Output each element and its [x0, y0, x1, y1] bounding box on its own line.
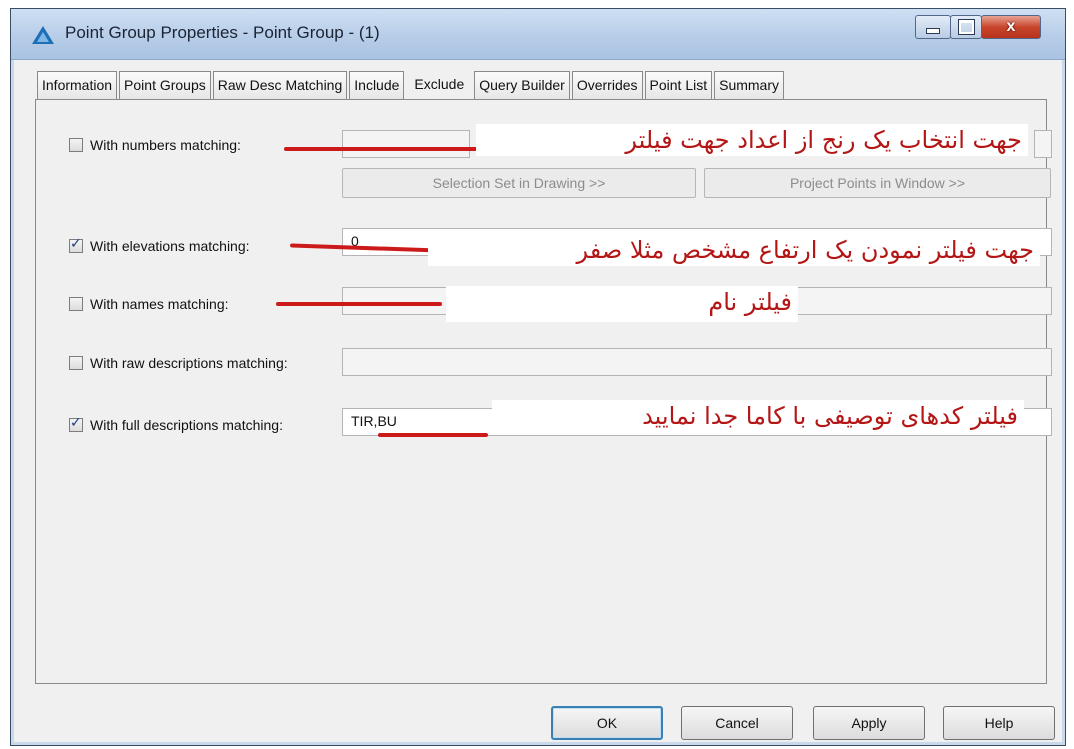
tab-point-groups[interactable]: Point Groups [119, 71, 211, 99]
elevations-checkbox[interactable] [69, 236, 83, 253]
tab-summary[interactable]: Summary [714, 71, 785, 99]
names-checkbox[interactable] [69, 297, 83, 311]
maximize-icon [957, 19, 975, 35]
annotation-underline [284, 147, 506, 151]
raw-descriptions-label: With raw descriptions matching: [90, 355, 288, 371]
numbers-checkbox[interactable] [69, 138, 83, 152]
apply-button[interactable]: Apply [813, 706, 925, 740]
project-points-in-window-button[interactable]: Project Points in Window >> [704, 168, 1051, 198]
elevations-annotation: جهت فیلتر نمودن یک ارتفاع مشخص مثلا صفر [428, 234, 1040, 266]
annotation-underline [276, 302, 442, 306]
help-button[interactable]: Help [943, 706, 1055, 740]
numbers-input[interactable] [342, 130, 470, 158]
tab-query-builder[interactable]: Query Builder [474, 71, 570, 99]
ok-button[interactable]: OK [551, 706, 663, 740]
cancel-button[interactable]: Cancel [681, 706, 793, 740]
raw-descriptions-checkbox[interactable] [69, 356, 83, 370]
minimize-icon [926, 28, 940, 34]
numbers-label: With numbers matching: [90, 137, 241, 153]
full-descriptions-checkbox[interactable] [69, 415, 83, 432]
full-descriptions-annotation: فیلتر کدهای توصیفی با کاما جدا نمایید [492, 400, 1024, 432]
selection-set-in-drawing-button[interactable]: Selection Set in Drawing >> [342, 168, 696, 198]
tab-exclude[interactable]: Exclude [406, 71, 473, 101]
title-bar[interactable]: Point Group Properties - Point Group - (… [11, 9, 1065, 60]
civil3d-triangle-icon [32, 26, 54, 44]
close-icon: x [1006, 18, 1016, 35]
close-button[interactable]: x [981, 15, 1041, 39]
maximize-button[interactable] [950, 15, 982, 39]
numbers-annotation: جهت انتخاب یک رنج از اعداد جهت فیلتر [476, 124, 1028, 156]
full-descriptions-label: With full descriptions matching: [90, 417, 283, 433]
minimize-button[interactable] [915, 15, 951, 39]
tab-information[interactable]: Information [37, 71, 118, 99]
exclude-panel: With numbers matching: جهت انتخاب یک رنج… [35, 99, 1052, 684]
numbers-input-end [1034, 130, 1052, 158]
tab-raw-desc-matching[interactable]: Raw Desc Matching [212, 71, 348, 99]
names-annotation: فیلتر نام [446, 286, 798, 322]
raw-descriptions-input[interactable] [342, 348, 1052, 376]
dialog-window: Point Group Properties - Point Group - (… [10, 8, 1066, 746]
tab-overrides[interactable]: Overrides [571, 71, 643, 99]
tab-strip: Information Point Groups Raw Desc Matchi… [37, 71, 786, 101]
annotation-underline [378, 433, 488, 437]
names-label: With names matching: [90, 296, 229, 312]
elevations-label: With elevations matching: [90, 238, 250, 254]
window-title: Point Group Properties - Point Group - (… [65, 23, 380, 42]
tab-include[interactable]: Include [349, 71, 405, 99]
tab-point-list[interactable]: Point List [644, 71, 713, 99]
